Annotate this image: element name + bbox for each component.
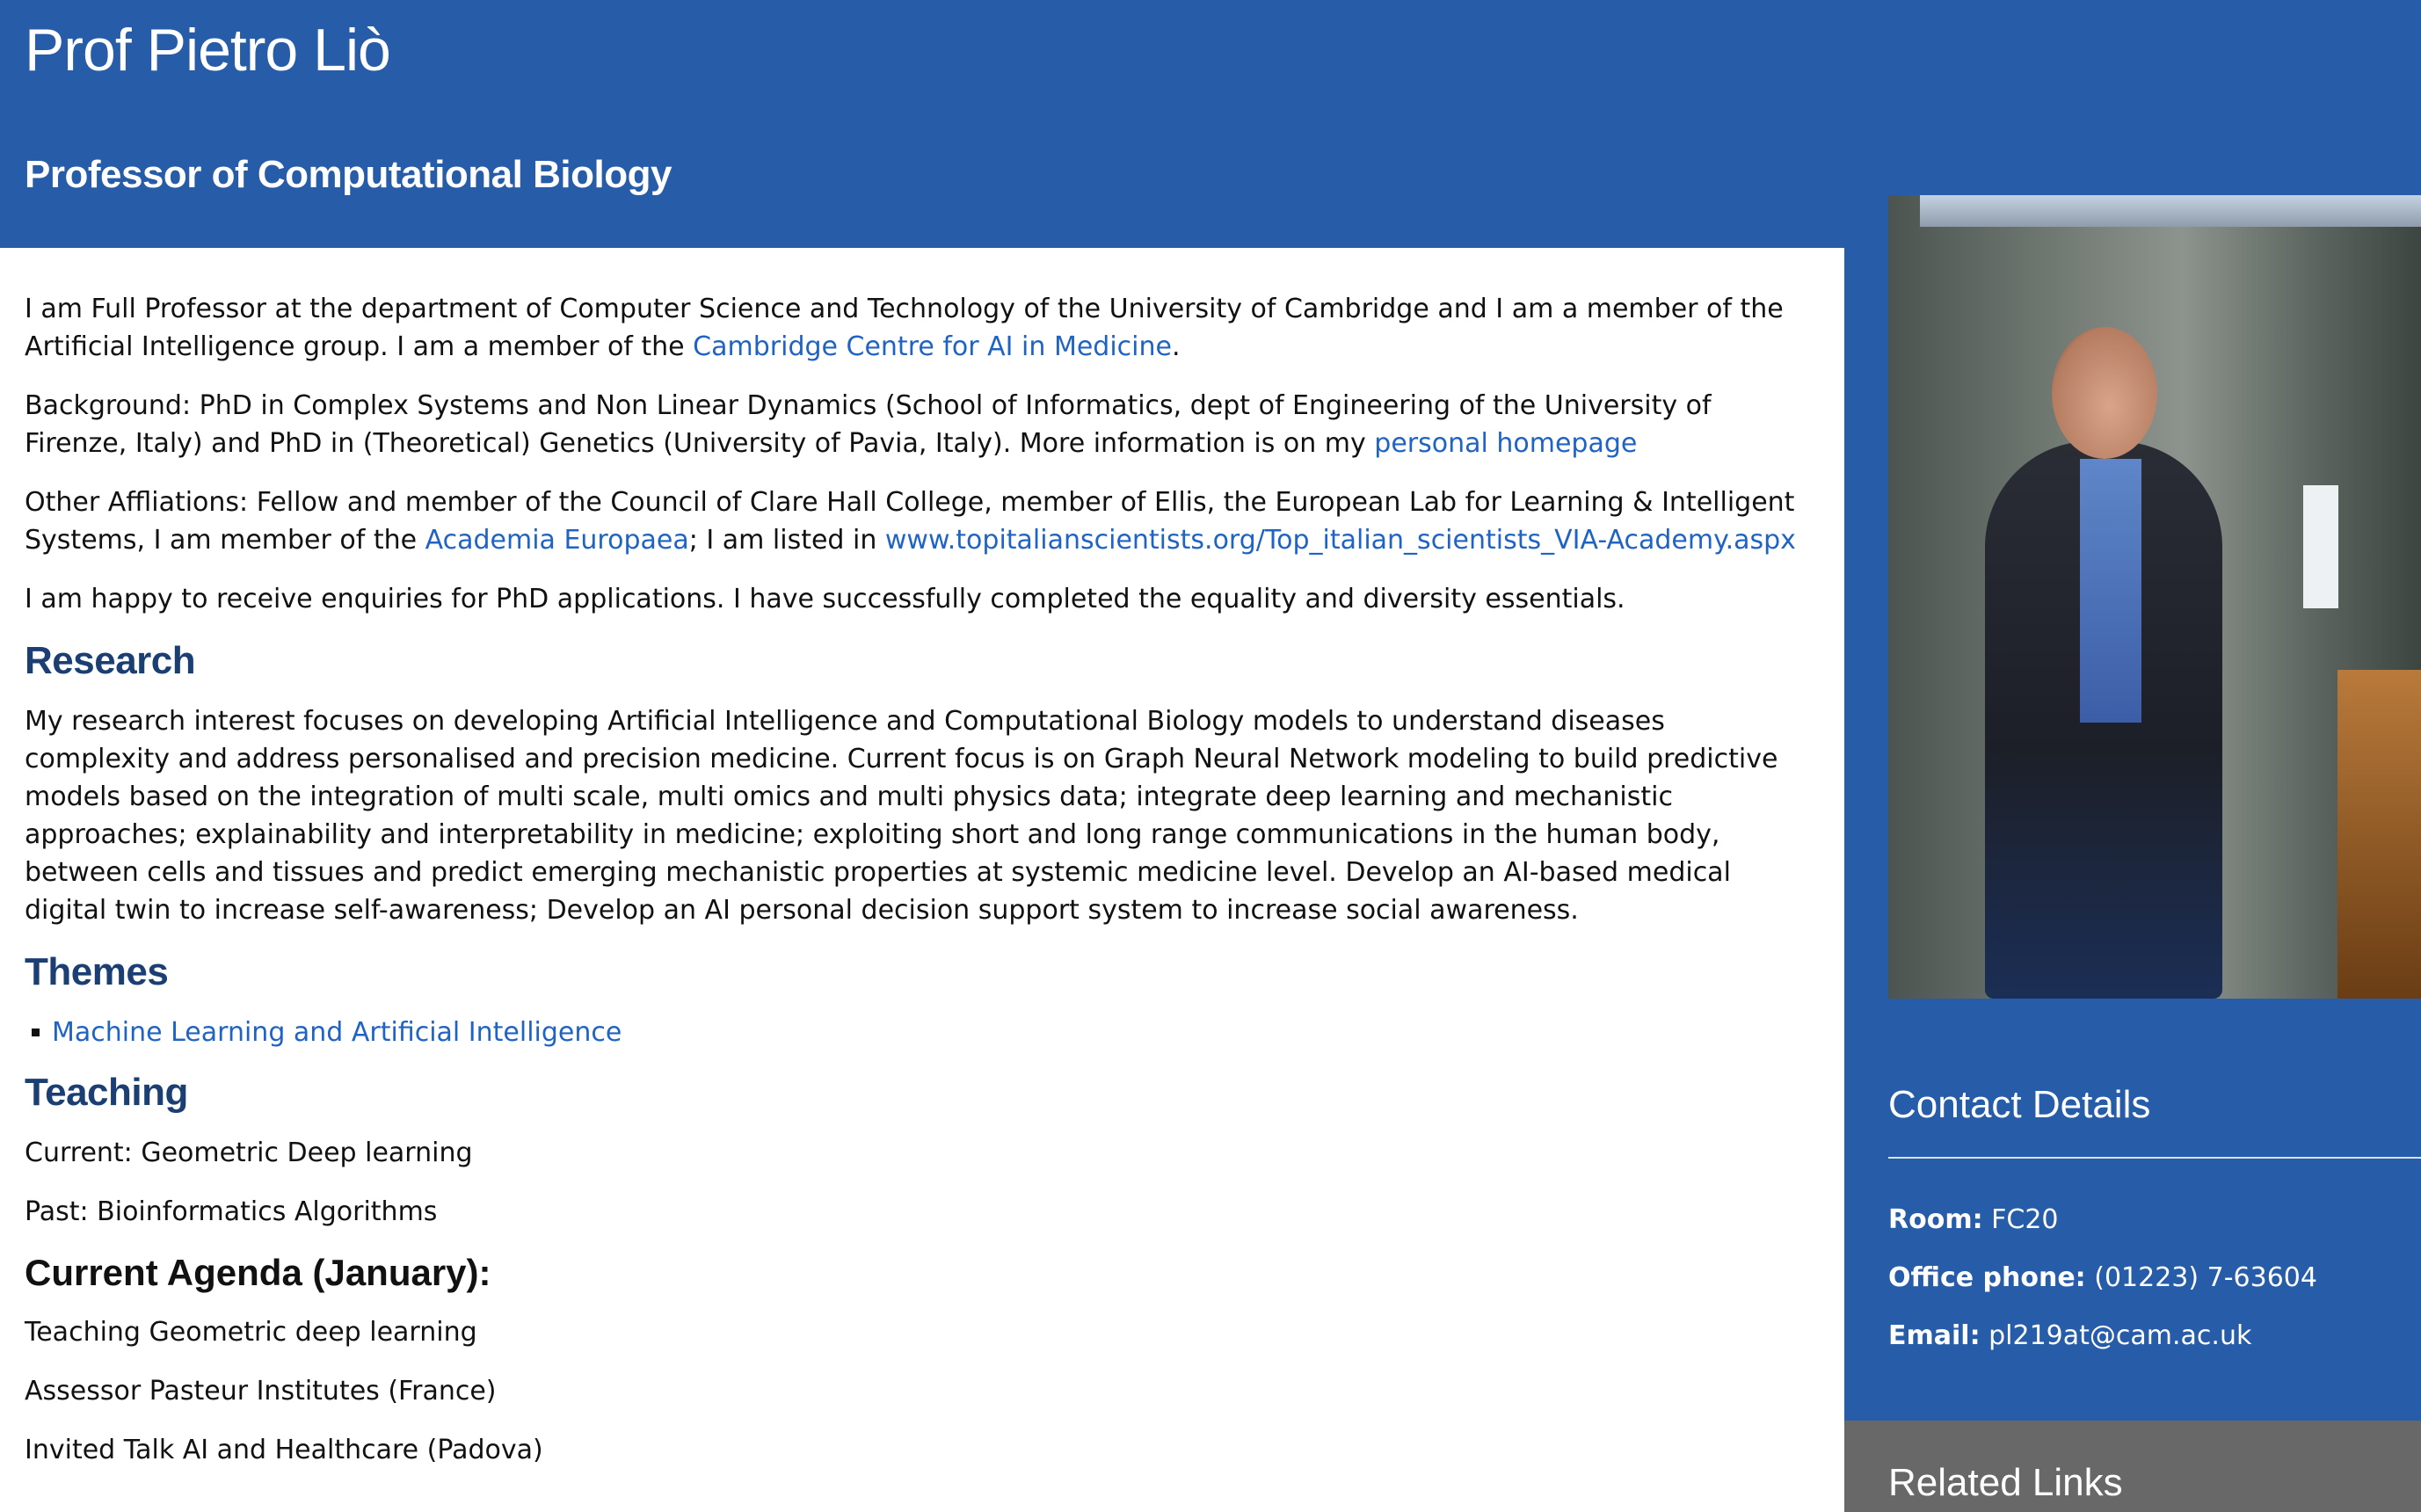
profile-photo (1888, 195, 2421, 999)
research-heading: Research (25, 639, 196, 682)
main-content: I am Full Professor at the department of… (25, 290, 1809, 1490)
contact-phone-value: (01223) 7-63604 (2094, 1262, 2317, 1293)
photo-sign (2303, 485, 2338, 608)
intro-text-end: . (1171, 331, 1181, 362)
contact-room: Room: FC20 (1888, 1204, 2059, 1235)
photo-podium (2337, 670, 2421, 999)
link-personal-homepage[interactable]: personal homepage (1374, 428, 1637, 459)
link-theme-ml-ai[interactable]: Machine Learning and Artificial Intellig… (52, 1014, 622, 1051)
related-links-heading: Related Links (1888, 1461, 2123, 1504)
contact-email-value: pl219at@cam.ac.uk (1988, 1320, 2252, 1351)
agenda-heading: Current Agenda (January): (25, 1252, 491, 1293)
affiliations-text-mid: ; I am listed in (688, 525, 885, 556)
themes-list: Machine Learning and Artificial Intellig… (25, 1014, 1809, 1051)
link-cambridge-centre-ai-medicine[interactable]: Cambridge Centre for AI in Medicine (693, 331, 1172, 362)
background-paragraph: Background: PhD in Complex Systems and N… (25, 387, 1809, 462)
intro-paragraph: I am Full Professor at the department of… (25, 290, 1809, 366)
agenda-item: Invited Talk AI and Healthcare (Padova) (25, 1435, 543, 1465)
phd-enquiries-paragraph: I am happy to receive enquiries for PhD … (25, 584, 1625, 614)
photo-projector-screen (1920, 195, 2421, 227)
agenda-item: Assessor Pasteur Institutes (France) (25, 1376, 497, 1407)
photo-head (2052, 327, 2157, 459)
research-paragraph: My research interest focuses on developi… (25, 706, 1778, 926)
contact-room-value: FC20 (1991, 1204, 2059, 1235)
page-title: Prof Pietro Liò (25, 17, 391, 84)
contact-email: Email: pl219at@cam.ac.uk (1888, 1320, 2251, 1351)
teaching-heading: Teaching (25, 1071, 188, 1114)
contact-room-label: Room: (1888, 1204, 1983, 1235)
affiliations-paragraph: Other Affliations: Fellow and member of … (25, 483, 1809, 559)
contact-phone: Office phone: (01223) 7-63604 (1888, 1262, 2317, 1293)
contact-divider (1888, 1157, 2421, 1159)
link-academia-europaea[interactable]: Academia Europaea (425, 525, 689, 556)
contact-email-label: Email: (1888, 1320, 1981, 1351)
photo-shirt (2080, 459, 2141, 723)
sidebar: Contact Details Room: FC20 Office phone:… (1844, 195, 2421, 1512)
list-item: Machine Learning and Artificial Intellig… (25, 1014, 1809, 1051)
teaching-past: Past: Bioinformatics Algorithms (25, 1196, 438, 1227)
contact-heading: Contact Details (1888, 1083, 2151, 1126)
bullet-icon (32, 1029, 40, 1036)
link-top-italian-scientists[interactable]: www.topitalianscientists.org/Top_italian… (885, 525, 1796, 556)
themes-heading: Themes (25, 950, 169, 993)
page-subtitle: Professor of Computational Biology (25, 153, 672, 196)
contact-phone-label: Office phone: (1888, 1262, 2086, 1293)
agenda-item: Teaching Geometric deep learning (25, 1317, 477, 1348)
teaching-current: Current: Geometric Deep learning (25, 1138, 473, 1168)
